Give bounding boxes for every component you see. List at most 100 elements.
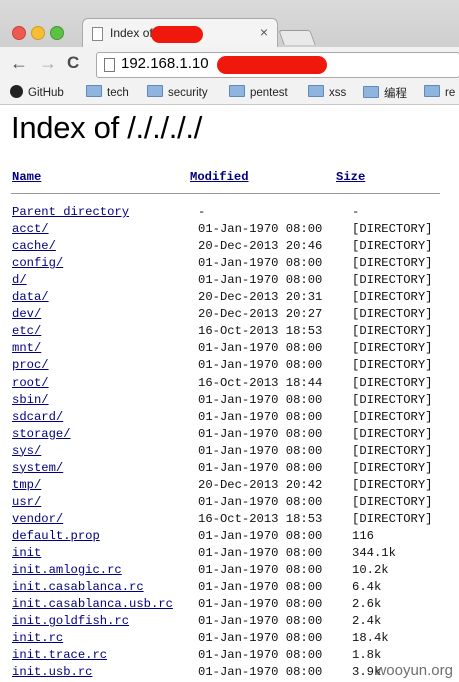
- modified-date: 01-Jan-1970 08:00: [198, 443, 323, 458]
- new-tab-button[interactable]: [278, 30, 316, 45]
- bookmark-programming[interactable]: 编程: [363, 85, 407, 101]
- modified-date: -: [198, 205, 206, 219]
- modified-date: 01-Jan-1970 08:00: [198, 563, 323, 578]
- table-row: init.amlogic.rc 01-Jan-1970 08:00 10.2k: [0, 563, 459, 580]
- file-size: [DIRECTORY]: [352, 239, 433, 254]
- table-row: d/01-Jan-1970 08:00 [DIRECTORY]: [0, 273, 459, 290]
- bookmark-label: xss: [329, 87, 347, 99]
- file-name-link[interactable]: proc/: [12, 358, 49, 372]
- table-row: sbin/01-Jan-1970 08:00 [DIRECTORY]: [0, 393, 459, 410]
- back-arrow-icon[interactable]: ←: [10, 53, 28, 73]
- minimize-window-button[interactable]: [31, 26, 45, 40]
- forward-arrow-icon[interactable]: →: [39, 53, 57, 73]
- toolbar: ← → C 192.168.1.10: [0, 47, 459, 83]
- file-name-link[interactable]: data/: [12, 290, 49, 304]
- modified-date: 01-Jan-1970 08:00: [198, 528, 323, 543]
- page-title: Index of /././././: [11, 110, 203, 145]
- file-name-link[interactable]: system/: [12, 461, 63, 475]
- folder-icon: [229, 85, 245, 97]
- zoom-window-button[interactable]: [50, 26, 64, 40]
- file-name-link[interactable]: Parent directory: [12, 205, 129, 219]
- table-row: proc/01-Jan-1970 08:00 [DIRECTORY]: [0, 358, 459, 375]
- file-size: [DIRECTORY]: [352, 426, 433, 441]
- bookmark-label: GitHub: [28, 87, 64, 99]
- file-name-link[interactable]: init.usb.rc: [12, 665, 92, 679]
- close-window-button[interactable]: [12, 26, 26, 40]
- table-row: system/01-Jan-1970 08:00 [DIRECTORY]: [0, 461, 459, 478]
- file-size: [DIRECTORY]: [352, 341, 433, 356]
- column-header-size[interactable]: Size: [336, 170, 365, 184]
- column-header-name[interactable]: Name: [12, 170, 41, 184]
- file-name-link[interactable]: cache/: [12, 239, 56, 253]
- file-size: 18.4k: [352, 631, 389, 646]
- tab-close-icon[interactable]: ×: [260, 24, 268, 40]
- modified-date: 01-Jan-1970 08:00: [198, 546, 323, 560]
- folder-icon: [308, 85, 324, 97]
- modified-date: 20-Dec-2013 20:27: [198, 307, 323, 322]
- file-name-link[interactable]: init.rc: [12, 631, 63, 645]
- file-name-link[interactable]: vendor/: [12, 512, 63, 526]
- file-name-link[interactable]: acct/: [12, 222, 49, 236]
- reload-icon[interactable]: C: [67, 53, 79, 73]
- file-name-link[interactable]: root/: [12, 376, 49, 390]
- bookmark-pentest[interactable]: pentest: [229, 85, 288, 101]
- file-name-link[interactable]: init.amlogic.rc: [12, 563, 122, 577]
- file-name-link[interactable]: default.prop: [12, 529, 100, 543]
- table-row: sys/01-Jan-1970 08:00 [DIRECTORY]: [0, 444, 459, 461]
- modified-date: 01-Jan-1970 08:00: [198, 665, 323, 680]
- folder-icon: [424, 85, 440, 97]
- modified-date: 01-Jan-1970 08:00: [198, 597, 323, 612]
- modified-date: 01-Jan-1970 08:00: [198, 426, 323, 441]
- file-name-link[interactable]: tmp/: [12, 478, 41, 492]
- table-row: init.casablanca.rc 01-Jan-1970 08:00 6.4k: [0, 580, 459, 597]
- browser-chrome: Index of × ← → C 192.168.1.10 GitHub tec…: [0, 0, 459, 105]
- modified-date: 01-Jan-1970 08:00: [198, 341, 323, 356]
- bookmark-github[interactable]: GitHub: [10, 85, 64, 101]
- file-name-link[interactable]: init.casablanca.usb.rc: [12, 597, 173, 611]
- file-size: [DIRECTORY]: [352, 358, 433, 373]
- file-name-link[interactable]: sbin/: [12, 393, 49, 407]
- table-row: default.prop 01-Jan-1970 08:00 116: [0, 529, 459, 546]
- tab-active[interactable]: Index of ×: [82, 18, 278, 48]
- file-size: 1.8k: [352, 648, 382, 663]
- table-row: storage/01-Jan-1970 08:00 [DIRECTORY]: [0, 427, 459, 444]
- table-row: tmp/20-Dec-2013 20:42 [DIRECTORY]: [0, 478, 459, 495]
- file-size: 2.6k: [352, 597, 382, 612]
- file-name-link[interactable]: init: [12, 546, 41, 560]
- file-name-link[interactable]: init.goldfish.rc: [12, 614, 129, 628]
- file-name-link[interactable]: sys/: [12, 444, 41, 458]
- parent-directory-row: Parent directory - -: [0, 205, 459, 222]
- file-size: [DIRECTORY]: [352, 409, 433, 424]
- file-name-link[interactable]: d/: [12, 273, 27, 287]
- table-row: init 01-Jan-1970 08:00 344.1k: [0, 546, 459, 563]
- bookmark-re[interactable]: re: [424, 85, 455, 101]
- modified-date: 01-Jan-1970 08:00: [198, 631, 323, 646]
- file-name-link[interactable]: storage/: [12, 427, 71, 441]
- file-name-link[interactable]: config/: [12, 256, 63, 270]
- file-name-link[interactable]: mnt/: [12, 341, 41, 355]
- file-name-link[interactable]: init.casablanca.rc: [12, 580, 144, 594]
- file-name-link[interactable]: usr/: [12, 495, 41, 509]
- file-size: [DIRECTORY]: [352, 290, 433, 305]
- table-row: data/20-Dec-2013 20:31 [DIRECTORY]: [0, 290, 459, 307]
- bookmark-label: re: [445, 87, 456, 99]
- file-name-link[interactable]: etc/: [12, 324, 41, 338]
- table-row: vendor/16-Oct-2013 18:53 [DIRECTORY]: [0, 512, 459, 529]
- table-row: mnt/01-Jan-1970 08:00 [DIRECTORY]: [0, 341, 459, 358]
- bookmark-tech[interactable]: tech: [86, 85, 129, 101]
- folder-icon: [363, 86, 379, 98]
- header-divider: [11, 193, 440, 194]
- modified-date: 01-Jan-1970 08:00: [198, 580, 323, 595]
- bookmark-xss[interactable]: xss: [308, 85, 346, 101]
- modified-date: 20-Dec-2013 20:42: [198, 477, 323, 492]
- file-name-link[interactable]: init.trace.rc: [12, 648, 107, 662]
- address-bar[interactable]: 192.168.1.10: [96, 52, 459, 78]
- file-name-link[interactable]: dev/: [12, 307, 41, 321]
- modified-date: 01-Jan-1970 08:00: [198, 494, 323, 509]
- file-size: [DIRECTORY]: [352, 477, 433, 492]
- column-header-modified[interactable]: Modified: [190, 170, 249, 184]
- file-name-link[interactable]: sdcard/: [12, 410, 63, 424]
- modified-date: 01-Jan-1970 08:00: [198, 358, 323, 373]
- modified-date: 16-Oct-2013 18:44: [198, 375, 323, 390]
- bookmark-security[interactable]: security: [147, 85, 208, 101]
